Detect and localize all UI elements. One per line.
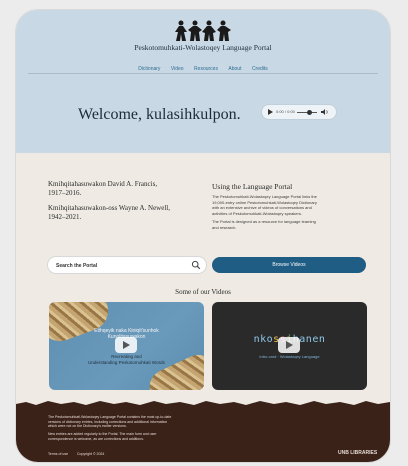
play-icon (123, 341, 130, 349)
video-card[interactable]: Etihqeyik naka Kiniqit'sunhok Kunolitasu… (49, 302, 204, 390)
video-subtitle: Intro card · Wolastoqey Language (259, 354, 320, 359)
about-line: activities of Peskotomuhkati-Wolastoqey … (212, 210, 302, 216)
about-paragraph-2: The Portal is designed as a resource for… (212, 219, 372, 230)
play-icon[interactable] (268, 109, 273, 115)
video-card[interactable]: nkossihanen Intro card · Wolastoqey Lang… (212, 302, 367, 390)
audio-time: 0:00 / 0:00 (276, 109, 295, 114)
nav-credits[interactable]: Credits (252, 66, 268, 72)
videos-heading: Some of our Videos (175, 288, 231, 296)
memorial-francis-years: 1917–2016. (48, 189, 82, 197)
memorial-newell-name: Kmihqitahasuwakon-oss Wayne A. Newell, (48, 204, 170, 212)
search-box (48, 257, 206, 273)
footer-line: which were not on the Dictionary's earli… (48, 424, 127, 428)
memorial-francis: Kmihqitahasuwakon David A. Francis, 1917… (48, 180, 198, 198)
footer-line: correspondence is welcome, as are correc… (48, 436, 144, 441)
video-subtitle-line: Understanding Peskotomuhkati Words (88, 360, 165, 365)
memorial-newell: Kmihqitahasuwakon-oss Wayne A. Newell, 1… (48, 204, 198, 222)
video-play-button[interactable] (115, 337, 137, 353)
video-title-part: nko (253, 334, 274, 345)
video-play-button[interactable] (278, 337, 300, 353)
audio-player[interactable]: 0:00 / 0:00 (262, 105, 336, 119)
footer-paragraph-2: New entries are added regularly to the P… (48, 432, 268, 441)
about-title: Using the Language Portal (212, 182, 293, 191)
braid-decoration (49, 302, 114, 347)
welcome-heading: Welcome, kulasihkulpon. (78, 106, 241, 123)
memorial-newell-years: 1942–2021. (48, 213, 82, 221)
portal-logo-icon (175, 20, 231, 41)
about-paragraph-1: The Peskotomuhkati-Wolastoqey Language P… (212, 194, 372, 216)
footer-paragraph-1: The Peskotomuhkati-Wolastoqey Language P… (48, 415, 268, 429)
footer-link-terms[interactable]: Terms of use (48, 452, 68, 456)
browse-videos-button[interactable]: Browse Videos (212, 257, 366, 273)
footer-links: Terms of use Copyright © 2024 (48, 452, 112, 456)
search-icon[interactable] (191, 260, 201, 270)
footer-copyright: Copyright © 2024 (77, 452, 105, 456)
unb-libraries-logo[interactable]: UNB LIBRARIES (338, 450, 377, 456)
nav-resources[interactable]: Resources (194, 66, 218, 72)
search-input[interactable] (54, 260, 188, 272)
nav-video[interactable]: Video (171, 66, 184, 72)
about-line: and research. (212, 224, 237, 230)
nav-about[interactable]: About (228, 66, 241, 72)
hero-divider (28, 73, 378, 74)
portal-window: Peskotomuhkati-Wolastoqey Language Porta… (16, 10, 390, 462)
volume-icon[interactable] (321, 109, 329, 115)
audio-progress-knob[interactable] (307, 109, 312, 115)
memorial-francis-name: Kmihqitahasuwakon David A. Francis, (48, 180, 158, 188)
nav-dictionary[interactable]: Dictionary (138, 66, 160, 72)
video-subtitle: Recreating and Understanding Peskotomuhk… (49, 354, 204, 366)
portal-title: Peskotomuhkati-Wolastoqey Language Porta… (134, 43, 272, 52)
hero-section: Peskotomuhkati-Wolastoqey Language Porta… (16, 10, 390, 153)
play-icon (286, 341, 293, 349)
